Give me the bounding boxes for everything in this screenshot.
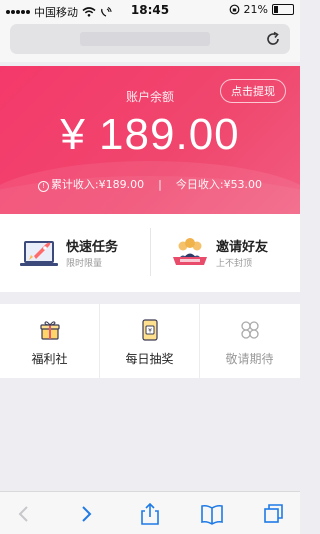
quick-task-title: 快速任务: [66, 240, 119, 255]
browser-toolbar: [0, 491, 300, 534]
tabs-icon[interactable]: [262, 502, 286, 526]
withdraw-button[interactable]: 点击提现: [220, 79, 286, 103]
today-income: 今日收入:¥53.00: [175, 178, 263, 191]
quick-task-subtitle: 限时限量: [66, 259, 103, 269]
flower-icon: [241, 321, 259, 339]
status-right: 21%: [229, 3, 294, 16]
feature-grid: 福利社 ¥ 每日抽奖 敬请期待: [0, 304, 300, 378]
cumulative-income: 累计收入:¥189.00: [50, 178, 145, 191]
welfare-club-item[interactable]: 福利社: [0, 304, 99, 378]
svg-text:¥: ¥: [148, 328, 152, 335]
friends-icon: [173, 238, 207, 265]
info-icon: !: [37, 181, 49, 192]
back-icon[interactable]: [12, 502, 36, 526]
browser-address-area: [0, 20, 300, 62]
daily-lottery-label: 每日抽奖: [125, 352, 174, 366]
invite-friends-title: 邀请好友: [216, 240, 269, 255]
orientation-lock-icon: [229, 4, 239, 15]
reload-icon[interactable]: [264, 30, 282, 48]
quick-task-card[interactable]: 快速任务 限时限量: [0, 214, 150, 292]
coming-soon-label: 敬请期待: [225, 352, 274, 366]
url-text-blurred: [80, 32, 210, 46]
gift-icon: [40, 321, 60, 340]
forward-icon[interactable]: [74, 502, 98, 526]
invite-friends-subtitle: 上不封顶: [216, 259, 253, 269]
lottery-icon: ¥: [142, 319, 158, 341]
invite-friends-card[interactable]: 邀请好友 上不封顶: [150, 214, 300, 292]
daily-lottery-item[interactable]: ¥ 每日抽奖: [100, 304, 199, 378]
rocket-icon: [20, 241, 58, 266]
balance-card: 账户余额 点击提现 ¥ 189.00 ! 累计收入:¥189.00 | 今日收入:¥5…: [0, 66, 300, 214]
battery-icon: [272, 4, 294, 15]
task-row: 快速任务 限时限量 邀请好友 上不封顶: [0, 214, 300, 292]
welfare-club-label: 福利社: [31, 352, 68, 366]
address-bar[interactable]: [10, 24, 290, 54]
bookmarks-icon[interactable]: [200, 502, 224, 526]
coming-soon-item: 敬请期待: [200, 304, 299, 378]
stats-separator: |: [158, 178, 162, 191]
status-bar: 中国移动 18:45 21%: [0, 0, 300, 20]
battery-level: [274, 6, 278, 13]
balance-amount: ¥ 189.00: [60, 110, 240, 159]
income-stats: ! 累计收入:¥189.00 | 今日收入:¥53.00: [0, 176, 300, 192]
share-icon[interactable]: [138, 502, 162, 526]
battery-percent: 21%: [243, 3, 268, 16]
